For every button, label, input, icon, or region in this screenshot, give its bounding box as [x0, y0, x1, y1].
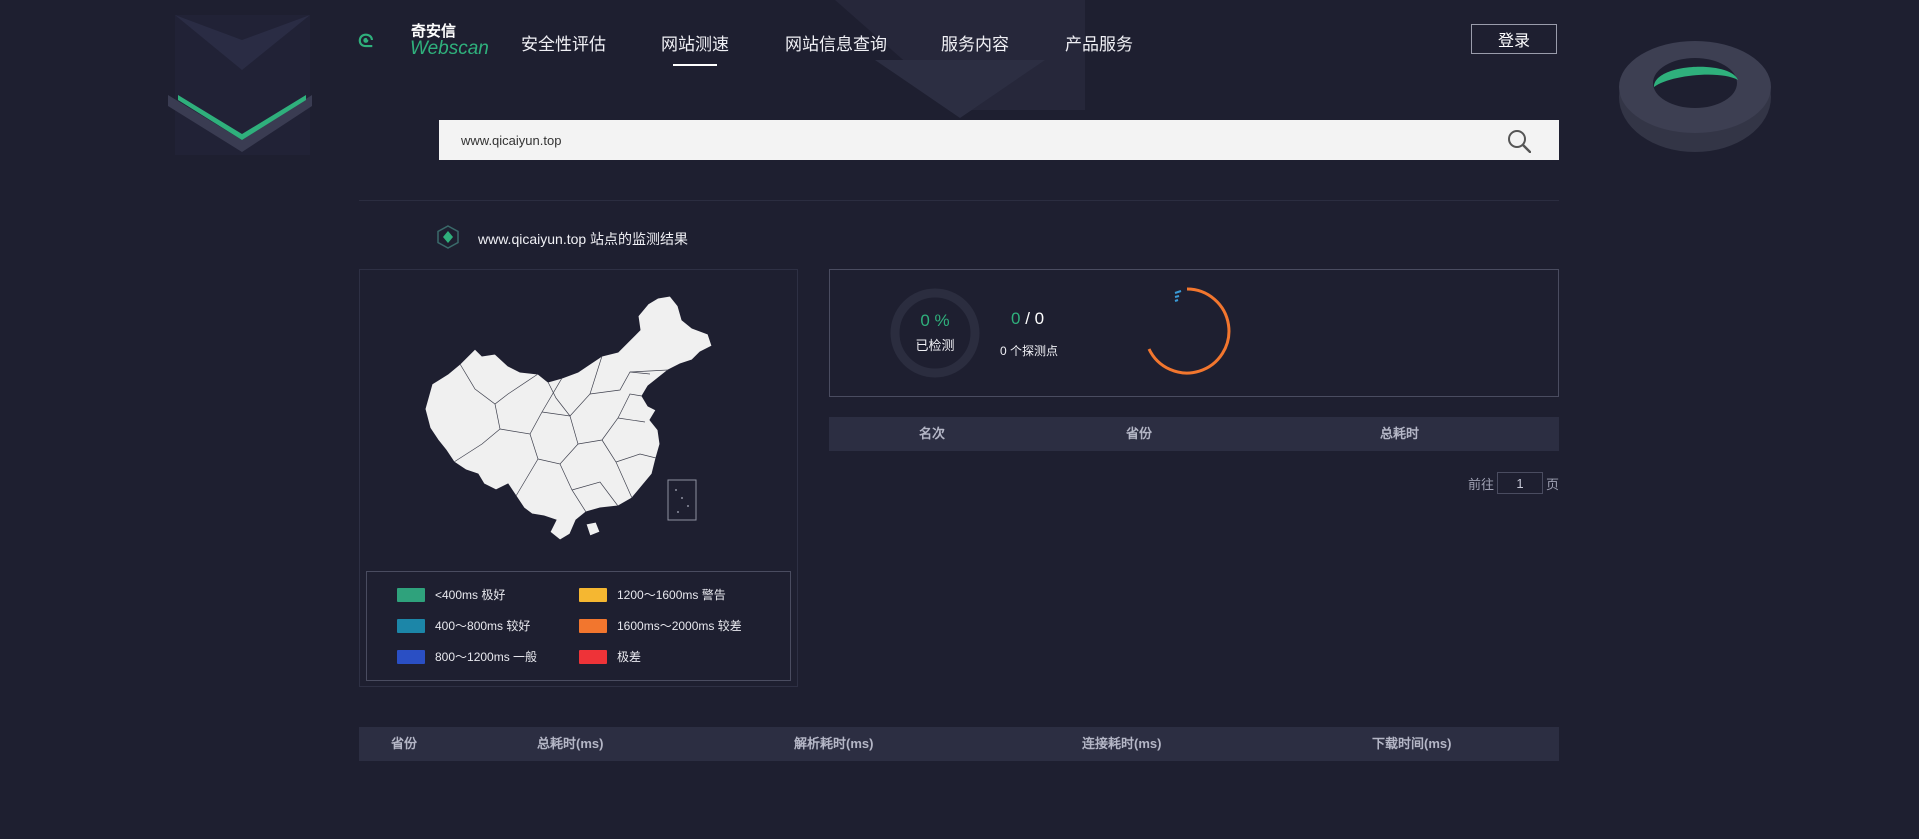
column-header-total-time: 总耗时: [1380, 426, 1420, 441]
search-bar: [439, 120, 1559, 160]
decorative-pyramid-shape: [835, 0, 1085, 118]
result-hexagon-icon: [437, 225, 459, 249]
page-number-input[interactable]: [1497, 472, 1544, 494]
legend-item: 1200～1600ms 警告: [579, 586, 726, 603]
loading-spinner-icon: [1147, 287, 1231, 375]
legend-item: 400～800ms 较好: [397, 617, 530, 634]
brand-name-en: Webscan: [410, 38, 489, 59]
pager-suffix: 页: [1546, 476, 1560, 492]
legend-swatch: [397, 587, 425, 602]
progress-ring: [890, 288, 980, 378]
nav-website-speed-test[interactable]: 网站测速: [661, 30, 729, 66]
webscan-logo-icon: [358, 33, 373, 48]
legend-item: 极差: [579, 648, 641, 665]
legend-item: 1600ms～2000ms 较差: [579, 617, 742, 634]
column-header-download-time-ms: 下载时间(ms): [1372, 736, 1452, 751]
search-input[interactable]: [459, 124, 1463, 156]
probe-count: 0 / 0: [1011, 309, 1044, 329]
probe-count-total: 0: [1034, 309, 1045, 328]
legend-swatch: [397, 649, 425, 664]
column-header-province: 省份: [1126, 426, 1153, 441]
section-divider: [359, 200, 1559, 201]
column-header-total-time-ms: 总耗时(ms): [537, 736, 604, 751]
nav-security-assessment[interactable]: 安全性评估: [521, 30, 606, 55]
detected-percent: 0 %: [920, 311, 950, 330]
china-map: [424, 295, 713, 541]
legend-label: 400～800ms 较好: [435, 619, 531, 633]
detection-stats-panel: 0 % 已检测 0 / 0 0 个探测点: [829, 269, 1559, 397]
nav-service-content[interactable]: 服务内容: [941, 30, 1009, 55]
legend-label: 1200～1600ms 警告: [617, 588, 726, 602]
column-header-dns-time-ms: 解析耗时(ms): [794, 736, 874, 751]
column-header-connect-time-ms: 连接耗时(ms): [1082, 736, 1162, 751]
probe-points-label: 0 个探测点: [1000, 344, 1059, 358]
detected-label: 已检测: [915, 338, 955, 353]
detail-table-header: 省份 总耗时(ms) 解析耗时(ms) 连接耗时(ms) 下载时间(ms): [359, 727, 1559, 761]
search-icon[interactable]: [1507, 129, 1531, 153]
legend-swatch: [579, 587, 607, 602]
rank-table-header: 名次 省份 总耗时: [829, 417, 1559, 451]
latency-legend: <400ms 极好 400～800ms 较好 800～1200ms 一般 120…: [366, 571, 791, 681]
legend-label: <400ms 极好: [435, 588, 506, 602]
decorative-chevron-shape: [168, 15, 312, 155]
pagination-jump: 前往 页: [1468, 472, 1559, 494]
probe-count-separator: /: [1020, 309, 1035, 328]
legend-swatch: [579, 618, 607, 633]
column-header-province: 省份: [391, 736, 418, 751]
china-map-panel: <400ms 极好 400～800ms 较好 800～1200ms 一般 120…: [359, 269, 798, 687]
nav-product-service[interactable]: 产品服务: [1065, 30, 1133, 55]
legend-label: 极差: [617, 650, 642, 664]
login-button[interactable]: 登录: [1471, 24, 1557, 54]
legend-item: <400ms 极好: [397, 586, 505, 603]
legend-swatch: [397, 618, 425, 633]
nav-website-info-query[interactable]: 网站信息查询: [785, 30, 887, 55]
column-header-rank: 名次: [919, 426, 946, 441]
legend-item: 800～1200ms 一般: [397, 648, 537, 665]
legend-swatch: [579, 649, 607, 664]
decorative-ring-shape: [1619, 41, 1771, 152]
legend-label: 800～1200ms 一般: [435, 650, 538, 664]
result-title: www.qicaiyun.top 站点的监测结果: [478, 231, 689, 247]
pager-prefix: 前往: [1468, 476, 1495, 492]
legend-label: 1600ms～2000ms 较差: [617, 619, 742, 633]
